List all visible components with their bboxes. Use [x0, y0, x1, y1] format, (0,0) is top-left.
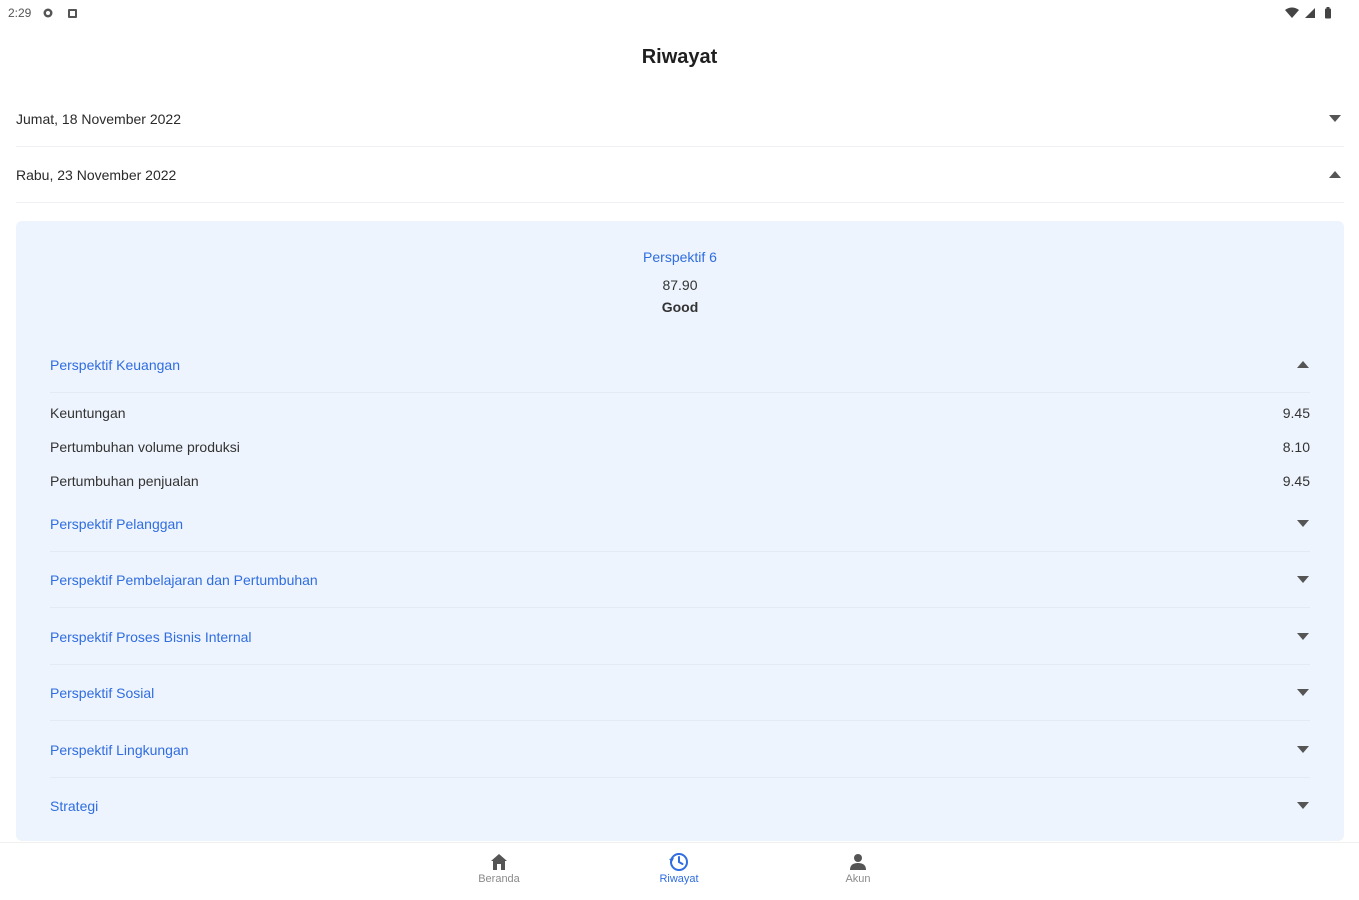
metric-value: 9.45 — [1282, 405, 1310, 421]
chevron-down-icon — [1296, 686, 1310, 700]
metric-value: 9.45 — [1282, 473, 1310, 489]
section-pembelajaran[interactable]: Perspektif Pembelajaran dan Pertumbuhan — [50, 552, 1310, 608]
section-label: Perspektif Sosial — [50, 684, 155, 701]
section-label: Perspektif Pelanggan — [50, 515, 184, 532]
nav-label: Riwayat — [659, 873, 699, 885]
history-detail-panel: Perspektif 6 87.90 Good Perspektif Keuan… — [16, 221, 1344, 841]
metric-label: Pertumbuhan penjualan — [50, 473, 199, 489]
section-label: Perspektif Lingkungan — [50, 741, 189, 758]
page-title: Riwayat — [641, 46, 718, 68]
section-strategi[interactable]: Strategi — [50, 778, 1310, 834]
chevron-down-icon — [1296, 573, 1310, 587]
notification-icon — [41, 6, 55, 20]
section-lingkungan[interactable]: Perspektif Lingkungan — [50, 722, 1310, 778]
signal-icon — [1303, 6, 1317, 20]
chevron-down-icon — [1296, 517, 1310, 531]
section-label: Perspektif Keuangan — [50, 356, 180, 373]
chevron-down-icon — [1296, 630, 1310, 644]
section-label: Perspektif Pembelajaran dan Pertumbuhan — [50, 571, 318, 588]
section-label: Strategi — [50, 798, 99, 814]
status-bar: 2:29 — [0, 0, 1359, 26]
screenshot-icon — [65, 6, 79, 20]
nav-akun[interactable]: Akun — [808, 851, 908, 885]
section-pelanggan[interactable]: Perspektif Pelanggan — [50, 496, 1310, 552]
date-row-0[interactable]: Jumat, 18 November 2022 — [16, 91, 1344, 147]
chevron-down-icon — [1296, 743, 1310, 757]
score-summary: Perspektif 6 87.90 Good — [16, 249, 1344, 315]
nav-beranda[interactable]: Beranda — [449, 851, 549, 885]
status-time: 2:29 — [8, 6, 32, 20]
section-keuangan[interactable]: Perspektif Keuangan — [50, 337, 1310, 393]
score-value: 87.90 — [662, 277, 698, 293]
person-icon — [847, 851, 869, 873]
section-sosial[interactable]: Perspektif Sosial — [50, 665, 1310, 721]
chevron-up-icon — [1296, 358, 1310, 372]
home-icon — [488, 851, 510, 873]
metric-row: Keuntungan 9.45 — [50, 396, 1310, 430]
metric-value: 8.10 — [1282, 439, 1310, 455]
metric-label: Pertumbuhan volume produksi — [50, 439, 240, 455]
chevron-up-icon — [1328, 168, 1342, 182]
date-label: Rabu, 23 November 2022 — [16, 166, 177, 183]
section-label: Perspektif Proses Bisnis Internal — [50, 628, 252, 645]
chevron-down-icon — [1328, 112, 1342, 126]
battery-icon — [1321, 6, 1335, 20]
metric-label: Keuntungan — [50, 405, 126, 421]
score-grade: Good — [661, 299, 699, 315]
bottom-navigation: Beranda Riwayat Akun — [0, 842, 1359, 900]
metric-row: Pertumbuhan volume produksi 8.10 — [50, 430, 1310, 464]
metric-row: Pertumbuhan penjualan 9.45 — [50, 464, 1310, 498]
wifi-icon — [1285, 6, 1299, 20]
history-icon — [668, 851, 690, 873]
date-row-1[interactable]: Rabu, 23 November 2022 — [16, 147, 1344, 203]
score-title: Perspektif 6 — [643, 249, 717, 265]
chevron-down-icon — [1296, 799, 1310, 813]
section-proses-bisnis[interactable]: Perspektif Proses Bisnis Internal — [50, 609, 1310, 665]
nav-label: Akun — [845, 873, 871, 885]
date-label: Jumat, 18 November 2022 — [16, 110, 181, 127]
nav-label: Beranda — [478, 873, 520, 885]
nav-riwayat[interactable]: Riwayat — [629, 851, 729, 885]
